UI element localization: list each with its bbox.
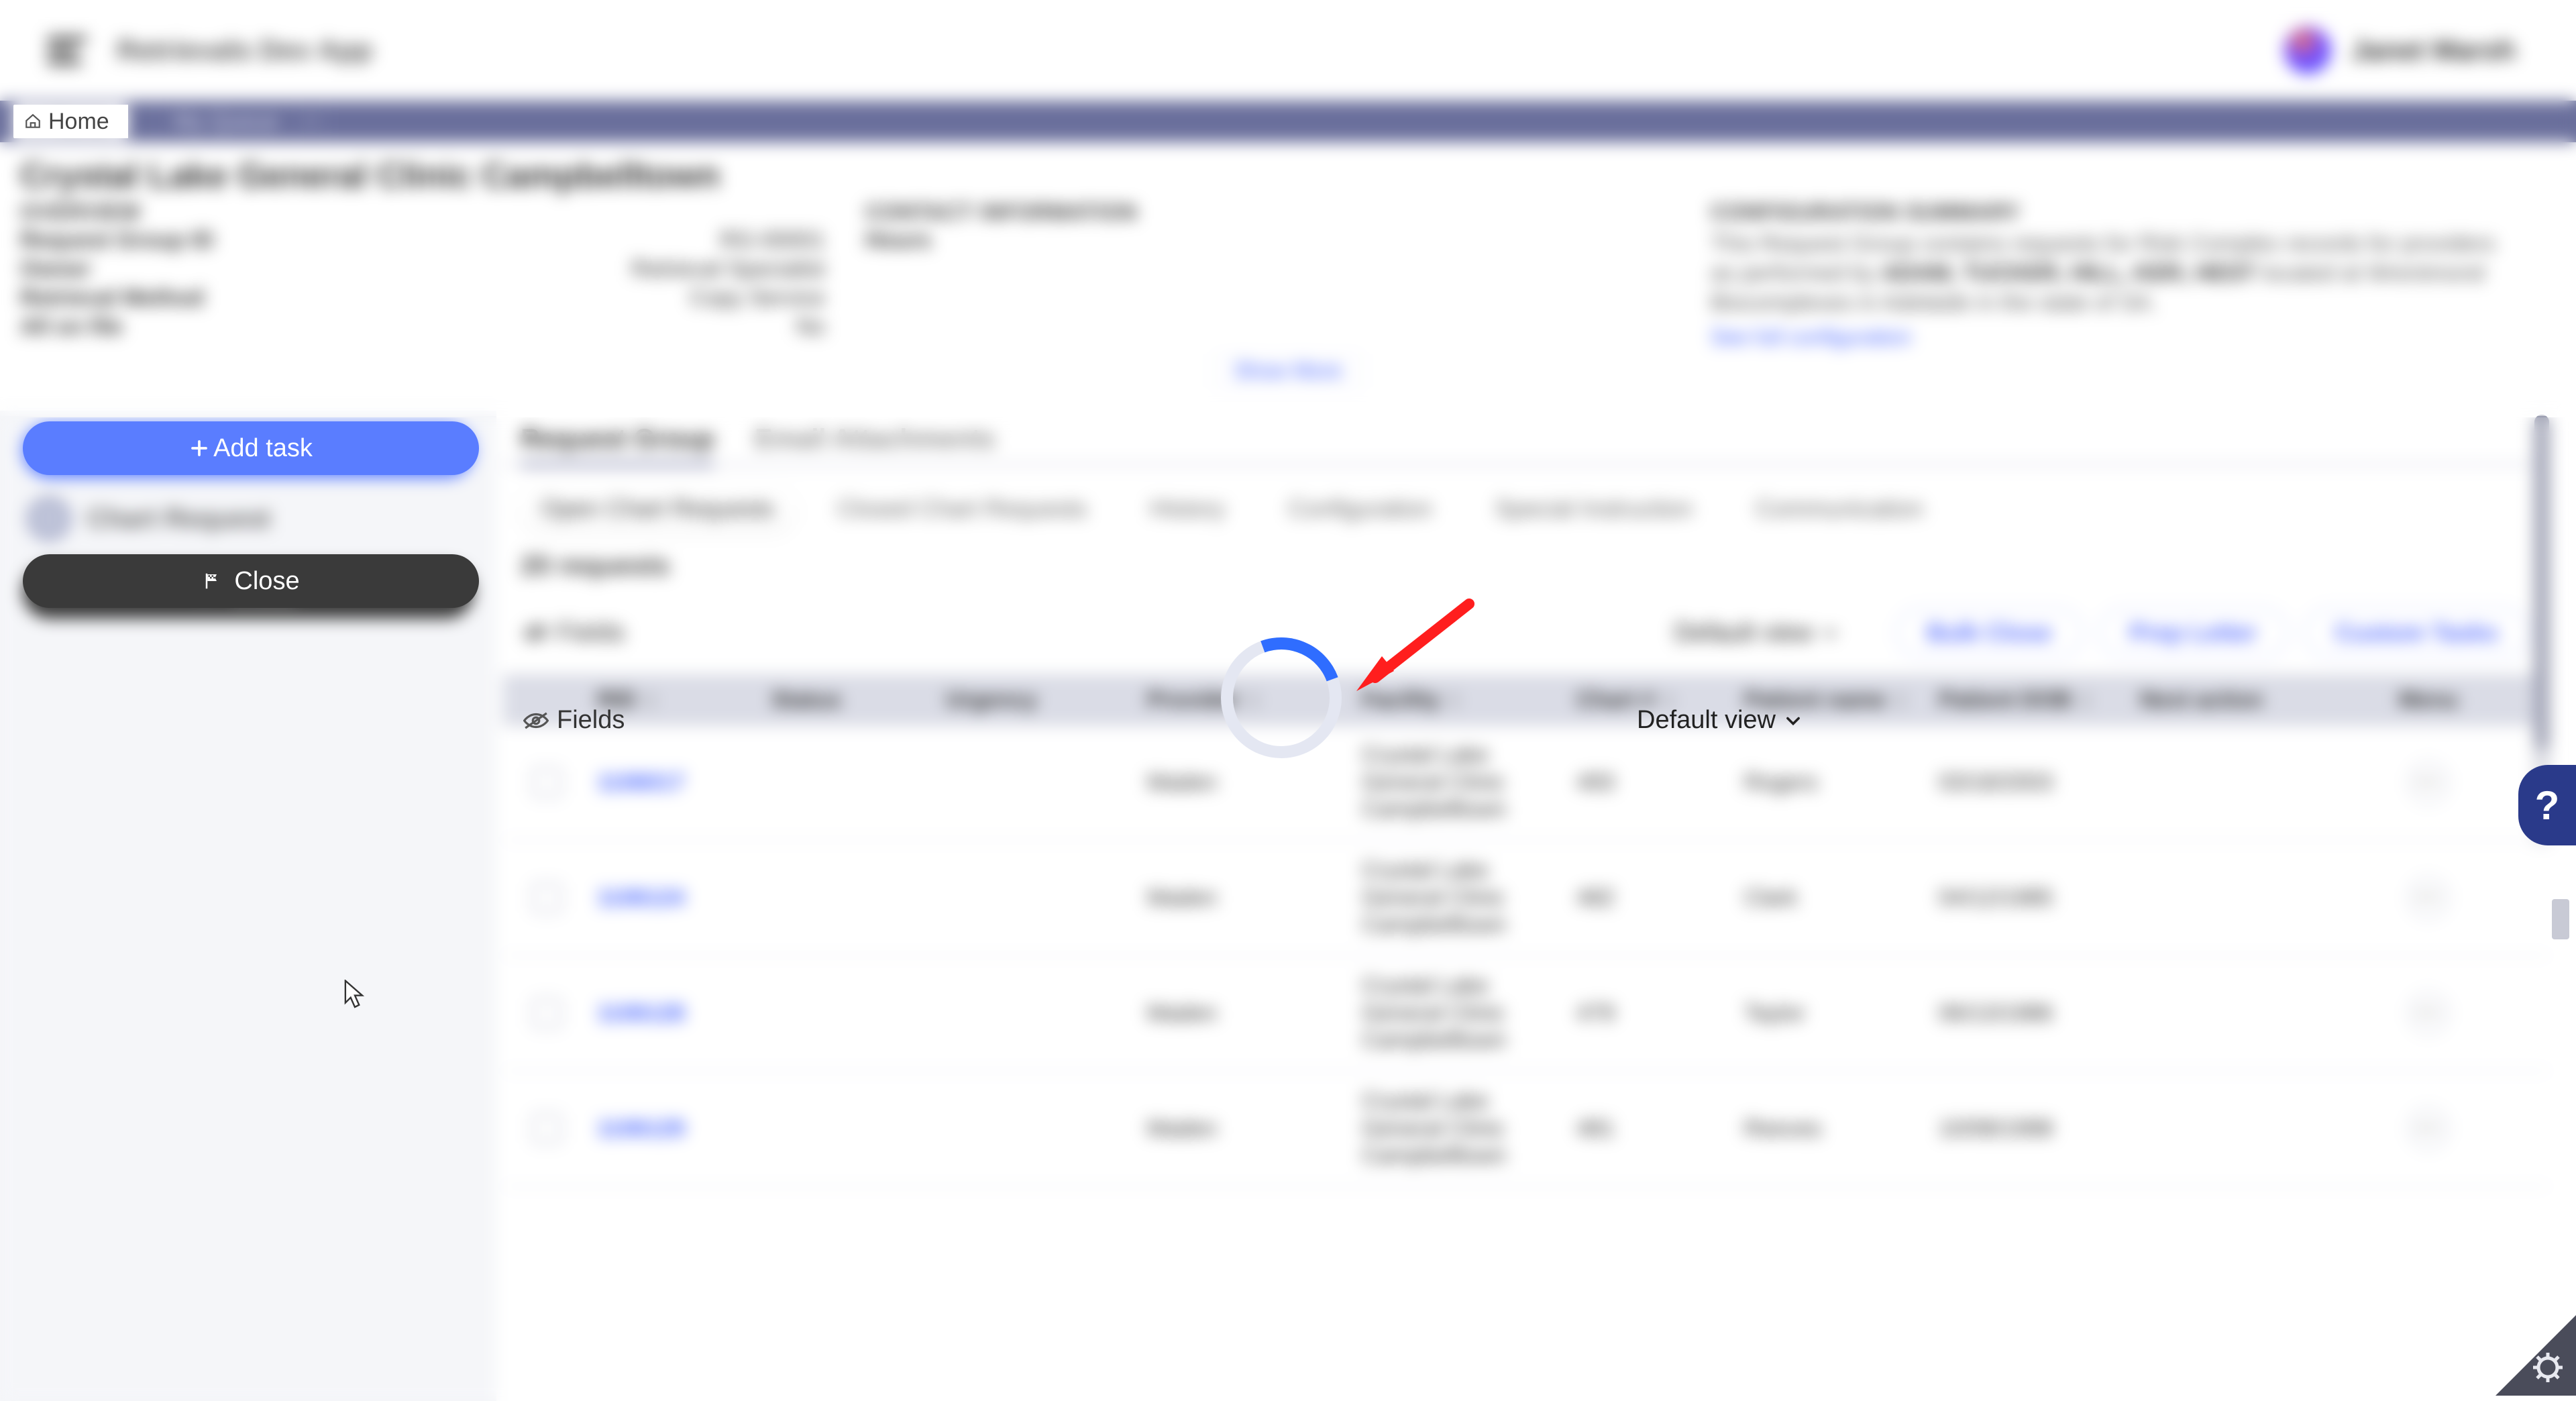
subtab-history[interactable]: History <box>1130 486 1245 531</box>
table-row: 1106124 Maden Crystal Lake General Clini… <box>503 841 2549 956</box>
subtab-special-instruction[interactable]: Special Instruction <box>1475 486 1713 531</box>
rid-link[interactable]: 1106128 <box>597 1000 685 1027</box>
config-summary-text: This Request Group contains requests for… <box>1711 229 2516 318</box>
table-row: 1106129 Maden Crystal Lake General Clini… <box>503 1072 2549 1187</box>
add-task-button[interactable]: Add task <box>23 421 479 475</box>
prep-letter-button[interactable]: Prep Letter <box>2099 608 2288 658</box>
breadcrumb-open-tab[interactable]: My Queue <box>155 105 298 138</box>
view-selector-under[interactable]: Default view <box>1674 619 1840 647</box>
sort-icon[interactable] <box>645 692 657 709</box>
config-heading: CONFIGURATION SUMMARY <box>1711 200 2516 225</box>
table-row: 1106017 Maden Crystal Lake General Clini… <box>503 725 2549 841</box>
side-panel-handle[interactable] <box>2552 899 2569 939</box>
chevron-down-icon <box>1784 711 1803 730</box>
eye-off-icon <box>523 712 549 729</box>
settings-corner[interactable] <box>2496 1315 2576 1401</box>
config-full-link[interactable]: See full configuration <box>1711 325 1911 350</box>
sort-icon[interactable] <box>1448 692 1460 709</box>
table-row: 1106128 Maden Crystal Lake General Clini… <box>503 956 2549 1072</box>
close-label: Close <box>234 567 299 596</box>
breadcrumb-home-label: Home <box>48 109 109 135</box>
breadcrumb-home-sharp[interactable]: Home <box>13 105 128 138</box>
custom-tasks-button[interactable]: Custom Tasks <box>2304 608 2529 658</box>
row-menu[interactable]: ••• <box>2408 762 2449 802</box>
row-menu[interactable]: ••• <box>2408 878 2449 918</box>
chevron-down-icon <box>1821 623 1839 642</box>
row-checkbox[interactable] <box>532 998 561 1028</box>
tab-request-group[interactable]: Request Group <box>521 424 714 466</box>
view-selector[interactable]: Default view <box>1637 706 1803 735</box>
eye-off-icon <box>523 624 549 641</box>
show-more-button[interactable]: Show More <box>1214 355 1362 386</box>
flag-icon <box>202 571 225 591</box>
home-icon <box>24 113 42 130</box>
breadcrumb-bar: Home My Queue × <box>0 101 2576 142</box>
row-menu[interactable]: ••• <box>2408 1108 2449 1149</box>
subtab-communication[interactable]: Communication <box>1735 486 1943 531</box>
row-menu[interactable]: ••• <box>2408 993 2449 1033</box>
fields-toggle-under[interactable]: Fields <box>523 619 625 647</box>
rid-link[interactable]: 1106129 <box>597 1116 685 1142</box>
tab-email-attachments[interactable]: Email Attachments <box>755 424 996 462</box>
fields-label: Fields <box>557 706 625 735</box>
request-count: 20 requests <box>521 551 2549 581</box>
row-checkbox[interactable] <box>532 883 561 913</box>
row-checkbox[interactable] <box>532 768 561 797</box>
plus-icon <box>189 438 209 458</box>
close-button[interactable]: Close <box>23 554 479 608</box>
menu-hamburger[interactable] <box>47 29 90 72</box>
subtab-configuration[interactable]: Configuration <box>1268 486 1452 531</box>
view-selector-label: Default view <box>1637 706 1776 735</box>
rid-link[interactable]: 1106124 <box>597 885 685 911</box>
sort-icon[interactable] <box>1894 692 1907 709</box>
page-title: Crystal Lake General Clinic Campbelltown <box>20 156 2556 196</box>
fields-toggle[interactable]: Fields <box>523 706 625 735</box>
help-icon: ? <box>2535 782 2560 829</box>
table-header-row: RID Status Urgency Provider Facility Cha… <box>503 675 2549 725</box>
row-checkbox[interactable] <box>532 1114 561 1143</box>
user-name: Janet Marsh <box>2351 34 2516 66</box>
rid-link[interactable]: 1106017 <box>597 770 685 796</box>
help-button[interactable]: ? <box>2518 765 2576 845</box>
add-task-label: Add task <box>213 434 313 463</box>
bulk-close-button[interactable]: Bulk Close <box>1896 608 2082 658</box>
overview-heading: OVERVIEW <box>20 200 825 225</box>
subtab-open-requests[interactable]: Open Chart Requests <box>521 486 794 531</box>
loading-spinner <box>1221 637 1342 758</box>
subtab-closed-requests[interactable]: Closed Chart Requests <box>817 486 1107 531</box>
breadcrumb-tab-close[interactable]: × <box>298 105 326 138</box>
requests-table: RID Status Urgency Provider Facility Cha… <box>503 675 2549 1187</box>
app-title: Retrievals Dev App <box>117 34 372 66</box>
user-avatar[interactable] <box>2284 27 2331 74</box>
contact-heading: CONTACT INFORMATION <box>865 200 1670 225</box>
sort-icon[interactable] <box>2080 692 2092 709</box>
